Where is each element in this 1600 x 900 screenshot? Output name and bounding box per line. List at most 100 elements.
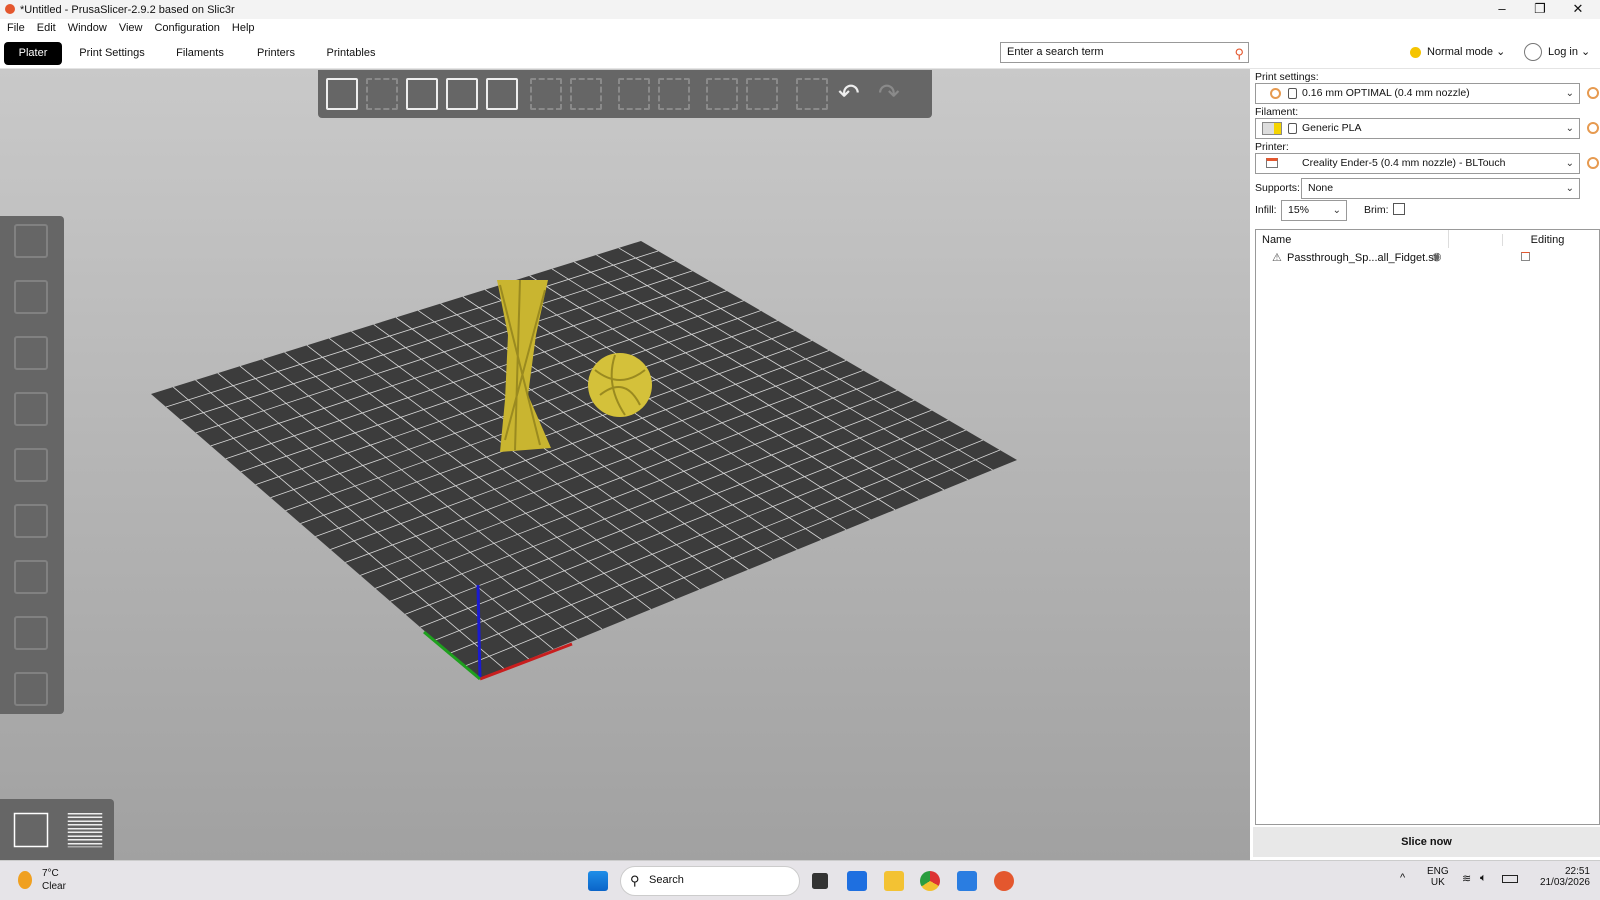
menu-file[interactable]: File bbox=[0, 22, 30, 34]
printer-value: Creality Ender-5 (0.4 mm nozzle) - BLTou… bbox=[1302, 157, 1506, 169]
edit-icon[interactable] bbox=[1521, 252, 1530, 261]
supports-label: Supports: bbox=[1255, 182, 1300, 194]
copy-icon[interactable] bbox=[530, 78, 562, 110]
split-objects-icon[interactable] bbox=[706, 78, 738, 110]
search-icon[interactable]: ⚲ bbox=[1234, 44, 1244, 63]
3d-view-icon[interactable] bbox=[13, 812, 49, 848]
sphere-fidget-model[interactable] bbox=[588, 353, 652, 417]
volume-icon[interactable]: 🔈︎ bbox=[1480, 872, 1487, 885]
rotate-icon[interactable] bbox=[14, 336, 48, 370]
view-switcher bbox=[0, 799, 114, 860]
language-indicator[interactable]: ENG UK bbox=[1427, 866, 1449, 888]
place-on-face-icon[interactable] bbox=[14, 392, 48, 426]
chevron-down-icon: ⌄ bbox=[1565, 183, 1574, 194]
print-bed bbox=[151, 241, 1017, 679]
print-settings-gear-icon[interactable] bbox=[1587, 87, 1599, 99]
window-title: *Untitled - PrusaSlicer-2.9.2 based on S… bbox=[20, 3, 235, 16]
close-button[interactable]: ✕ bbox=[1560, 0, 1596, 19]
weather-moon-icon[interactable] bbox=[18, 871, 32, 889]
tray-chevron-icon[interactable]: ^ bbox=[1400, 872, 1405, 884]
print-profile-icon bbox=[1270, 88, 1281, 99]
add-icon[interactable] bbox=[326, 78, 358, 110]
layers-editing-icon[interactable] bbox=[796, 78, 828, 110]
lock-icon bbox=[1288, 88, 1297, 99]
supports-select[interactable]: None ⌄ bbox=[1301, 178, 1580, 199]
chrome-icon[interactable] bbox=[920, 871, 940, 891]
filament-label: Filament: bbox=[1255, 106, 1299, 118]
move-icon[interactable] bbox=[14, 224, 48, 258]
split-parts-icon[interactable] bbox=[746, 78, 778, 110]
tab-filaments[interactable]: Filaments bbox=[170, 42, 230, 65]
filament-gear-icon[interactable] bbox=[1587, 122, 1599, 134]
brim-checkbox[interactable] bbox=[1393, 203, 1405, 215]
add-instance-icon[interactable] bbox=[618, 78, 650, 110]
user-icon[interactable] bbox=[1524, 43, 1542, 61]
clock[interactable]: 22:51 21/03/2026 bbox=[1530, 866, 1590, 888]
arrange-icon[interactable] bbox=[446, 78, 478, 110]
bed-scene[interactable] bbox=[0, 69, 1250, 860]
gizmo-toolbar bbox=[0, 216, 64, 714]
mmu-paint-icon[interactable] bbox=[14, 616, 48, 650]
copilot-icon[interactable] bbox=[847, 871, 867, 891]
arrange-selection-icon[interactable] bbox=[486, 78, 518, 110]
tab-plater[interactable]: Plater bbox=[4, 42, 62, 65]
warning-icon: ⚠ bbox=[1272, 252, 1282, 264]
preview-layers-icon[interactable] bbox=[67, 812, 103, 848]
redo-icon[interactable]: ↷ bbox=[878, 78, 910, 110]
maximize-button[interactable]: ❐ bbox=[1522, 0, 1558, 19]
3d-viewport[interactable] bbox=[0, 69, 1250, 860]
remove-instance-icon[interactable] bbox=[658, 78, 690, 110]
menu-help[interactable]: Help bbox=[225, 22, 260, 34]
supports-paint-icon[interactable] bbox=[14, 504, 48, 538]
menu-edit[interactable]: Edit bbox=[30, 22, 61, 34]
mode-indicator-icon bbox=[1410, 47, 1421, 58]
chevron-down-icon: ⌄ bbox=[1332, 205, 1341, 216]
search-placeholder: Enter a search term bbox=[1007, 46, 1104, 58]
taskbar-search[interactable]: ⚲ Search bbox=[620, 866, 800, 896]
paste-icon[interactable] bbox=[570, 78, 602, 110]
list-item[interactable]: ⚠ Passthrough_Sp...all_Fidget.stl ◉ bbox=[1256, 248, 1599, 268]
menu-bar: File Edit Window View Configuration Help bbox=[0, 19, 1600, 37]
start-icon[interactable] bbox=[588, 871, 608, 891]
measure-icon[interactable] bbox=[14, 672, 48, 706]
battery-icon[interactable] bbox=[1502, 875, 1518, 883]
tab-printers[interactable]: Printers bbox=[250, 42, 302, 65]
eye-icon[interactable]: ◉ bbox=[1432, 250, 1442, 263]
filament-color-swatch bbox=[1262, 122, 1282, 135]
column-editing[interactable]: Editing bbox=[1502, 234, 1592, 246]
login-dropdown[interactable]: Log in ⌄ bbox=[1548, 45, 1590, 58]
delete-all-icon[interactable] bbox=[406, 78, 438, 110]
print-settings-select[interactable]: 0.16 mm OPTIMAL (0.4 mm nozzle) ⌄ bbox=[1255, 83, 1580, 104]
undo-icon[interactable]: ↶ bbox=[838, 78, 870, 110]
scale-icon[interactable] bbox=[14, 280, 48, 314]
tab-bar: Plater Print Settings Filaments Printers… bbox=[0, 37, 1600, 69]
weather-desc: Clear bbox=[42, 881, 66, 892]
tab-printables[interactable]: Printables bbox=[322, 42, 380, 65]
menu-configuration[interactable]: Configuration bbox=[147, 22, 224, 34]
app-logo-icon bbox=[5, 4, 15, 14]
printer-gear-icon[interactable] bbox=[1587, 157, 1599, 169]
menu-view[interactable]: View bbox=[112, 22, 148, 34]
column-name[interactable]: Name bbox=[1262, 234, 1291, 246]
mode-dropdown[interactable]: Normal mode ⌄ bbox=[1427, 45, 1505, 58]
infill-value: 15% bbox=[1288, 204, 1310, 216]
infill-select[interactable]: 15% ⌄ bbox=[1281, 200, 1347, 221]
seam-paint-icon[interactable] bbox=[14, 560, 48, 594]
wifi-icon[interactable]: ≋ bbox=[1462, 872, 1471, 885]
tab-print-settings[interactable]: Print Settings bbox=[76, 42, 148, 65]
minimize-button[interactable]: – bbox=[1484, 0, 1520, 19]
chevron-down-icon: ⌄ bbox=[1565, 123, 1574, 134]
app-icon[interactable] bbox=[957, 871, 977, 891]
object-name: Passthrough_Sp...all_Fidget.stl bbox=[1287, 252, 1440, 264]
file-explorer-icon[interactable] bbox=[884, 871, 904, 891]
prusaslicer-taskbar-icon[interactable] bbox=[994, 871, 1014, 891]
delete-icon[interactable] bbox=[366, 78, 398, 110]
menu-window[interactable]: Window bbox=[61, 22, 112, 34]
task-view-icon[interactable] bbox=[812, 873, 828, 889]
printer-select[interactable]: Creality Ender-5 (0.4 mm nozzle) - BLTou… bbox=[1255, 153, 1580, 174]
filament-select[interactable]: Generic PLA ⌄ bbox=[1255, 118, 1580, 139]
cut-icon[interactable] bbox=[14, 448, 48, 482]
slice-now-button[interactable]: Slice now bbox=[1253, 827, 1600, 857]
search-input[interactable]: Enter a search term ⚲ bbox=[1000, 42, 1249, 63]
login-label: Log in bbox=[1548, 46, 1578, 58]
